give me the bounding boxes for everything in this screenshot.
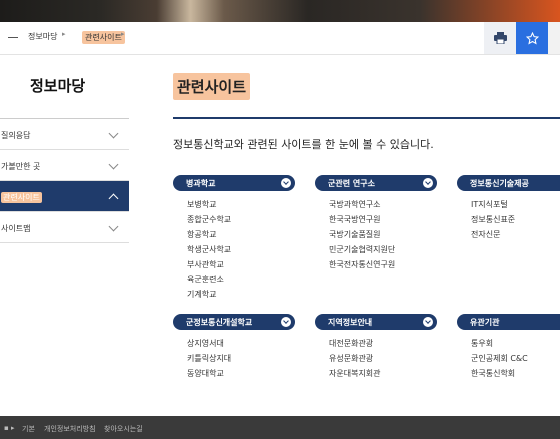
category-title: 군정보통신개설학교 <box>186 318 253 327</box>
share-button[interactable] <box>548 22 560 54</box>
site-link[interactable]: 키틀릭상지대 <box>187 351 295 366</box>
category-header-button[interactable]: 유관기관 <box>457 314 560 330</box>
chevron-down-icon <box>108 128 119 139</box>
site-link[interactable]: 한국국방연구원 <box>329 212 437 227</box>
chevron-down-icon[interactable]: ▸ <box>62 30 66 38</box>
home-dash <box>8 37 18 38</box>
category-block: 군정보통신개설학교 상지영서대 키틀릭상지대 동양대학교 <box>173 314 295 381</box>
chevron-down-icon <box>281 317 291 327</box>
category-title: 유관기관 <box>470 318 500 327</box>
page-title: 관련사이트 <box>173 73 251 100</box>
print-button[interactable] <box>484 22 516 54</box>
star-icon <box>525 31 539 44</box>
breadcrumb-item-current[interactable]: 관련사이트 <box>82 31 125 44</box>
site-link[interactable]: 정보통신표준 <box>471 212 560 227</box>
category-block: 병과학교 보병학교 종합군수학교 항공학교 학생군사학교 부사관학교 육군훈련소… <box>173 175 295 302</box>
site-link[interactable]: 국방기술품질원 <box>329 227 437 242</box>
sidebar-item-qna[interactable]: 질의응답 <box>0 119 129 150</box>
breadcrumb: 정보마당 ▸ 관련사이트 ▸ <box>0 22 560 55</box>
category-header-button[interactable]: 정보통신기술제공 <box>457 175 560 191</box>
category-title: 지역정보안내 <box>328 318 373 327</box>
site-link[interactable]: 한국통신학회 <box>471 366 560 381</box>
sidebar-item-label: 관련사이트 <box>1 192 42 203</box>
category-title: 군관련 연구소 <box>328 179 375 188</box>
site-link[interactable]: 전자신문 <box>471 227 560 242</box>
site-link[interactable]: 군인공제회 C&C <box>471 351 560 366</box>
category-header-button[interactable]: 군정보통신개설학교 <box>173 314 295 330</box>
chevron-down-icon <box>281 178 291 188</box>
category-block: 유관기관 통우회 군인공제회 C&C 한국통신학회 <box>457 314 560 381</box>
site-link[interactable]: 학생군사학교 <box>187 242 295 257</box>
site-link[interactable]: 기계학교 <box>187 287 295 302</box>
site-link[interactable]: 육군훈련소 <box>187 272 295 287</box>
sidebar-item-places[interactable]: 가볼만한 곳 <box>0 150 129 181</box>
site-link[interactable]: 한국전자통신연구원 <box>329 257 437 272</box>
category-header-button[interactable]: 지역정보안내 <box>315 314 437 330</box>
site-link[interactable]: 부사관학교 <box>187 257 295 272</box>
footer-icon: ▪ ▸ <box>4 424 15 432</box>
site-link[interactable]: 자운대복지회관 <box>329 366 437 381</box>
intro-text: 정보통신학교와 관련된 사이트를 한 눈에 볼 수 있습니다. <box>173 138 434 151</box>
chevron-down-icon <box>108 159 119 170</box>
site-link[interactable]: IT지식포털 <box>471 197 560 212</box>
sidebar-item-related-sites[interactable]: 관련사이트 <box>0 181 129 212</box>
top-banner-image <box>0 0 560 22</box>
site-link[interactable]: 상지영서대 <box>187 336 295 351</box>
chevron-down-icon[interactable]: ▸ <box>121 30 125 38</box>
site-link[interactable]: 동양대학교 <box>187 366 295 381</box>
sidebar-item-sitemap[interactable]: 사이트맵 <box>0 212 129 243</box>
breadcrumb-item-info[interactable]: 정보마당 <box>28 31 57 42</box>
site-link[interactable]: 대전문화관광 <box>329 336 437 351</box>
footer: ▪ ▸ 기본 개인정보처리방침 찾아오시는길 <box>0 416 560 439</box>
chevron-down-icon <box>108 221 119 232</box>
sidebar-item-label: 사이트맵 <box>1 224 31 233</box>
chevron-down-icon <box>423 178 433 188</box>
site-link[interactable]: 항공학교 <box>187 227 295 242</box>
footer-link-directions[interactable]: 찾아오시는길 <box>104 424 143 434</box>
sidebar-menu: 질의응답 가볼만한 곳 관련사이트 사이트맵 <box>0 118 129 243</box>
category-title: 병과학교 <box>186 179 216 188</box>
site-link[interactable]: 유성문화관광 <box>329 351 437 366</box>
category-header-button[interactable]: 군관련 연구소 <box>315 175 437 191</box>
category-title: 정보통신기술제공 <box>470 179 529 188</box>
category-block: 군관련 연구소 국방과학연구소 한국국방연구원 국방기술품질원 민군기술협력지원… <box>315 175 437 272</box>
print-icon <box>493 32 507 44</box>
site-link[interactable]: 보병학교 <box>187 197 295 212</box>
site-link[interactable]: 민군기술협력지원단 <box>329 242 437 257</box>
sidebar-title: 정보마당 <box>30 77 86 95</box>
site-link[interactable]: 국방과학연구소 <box>329 197 437 212</box>
favorite-button[interactable] <box>516 22 548 54</box>
footer-link-basic[interactable]: 기본 <box>22 424 35 434</box>
site-link[interactable]: 통우회 <box>471 336 560 351</box>
chevron-down-icon <box>423 317 433 327</box>
site-link[interactable]: 종합군수학교 <box>187 212 295 227</box>
category-block: 지역정보안내 대전문화관광 유성문화관광 자운대복지회관 <box>315 314 437 381</box>
sidebar-item-label: 가볼만한 곳 <box>1 162 41 171</box>
title-divider <box>173 117 560 119</box>
chevron-up-icon <box>108 193 119 204</box>
footer-link-privacy[interactable]: 개인정보처리방침 <box>44 424 96 434</box>
category-header-button[interactable]: 병과학교 <box>173 175 295 191</box>
sidebar-item-label: 질의응답 <box>1 131 31 140</box>
category-block: 정보통신기술제공 IT지식포털 정보통신표준 전자신문 <box>457 175 560 242</box>
